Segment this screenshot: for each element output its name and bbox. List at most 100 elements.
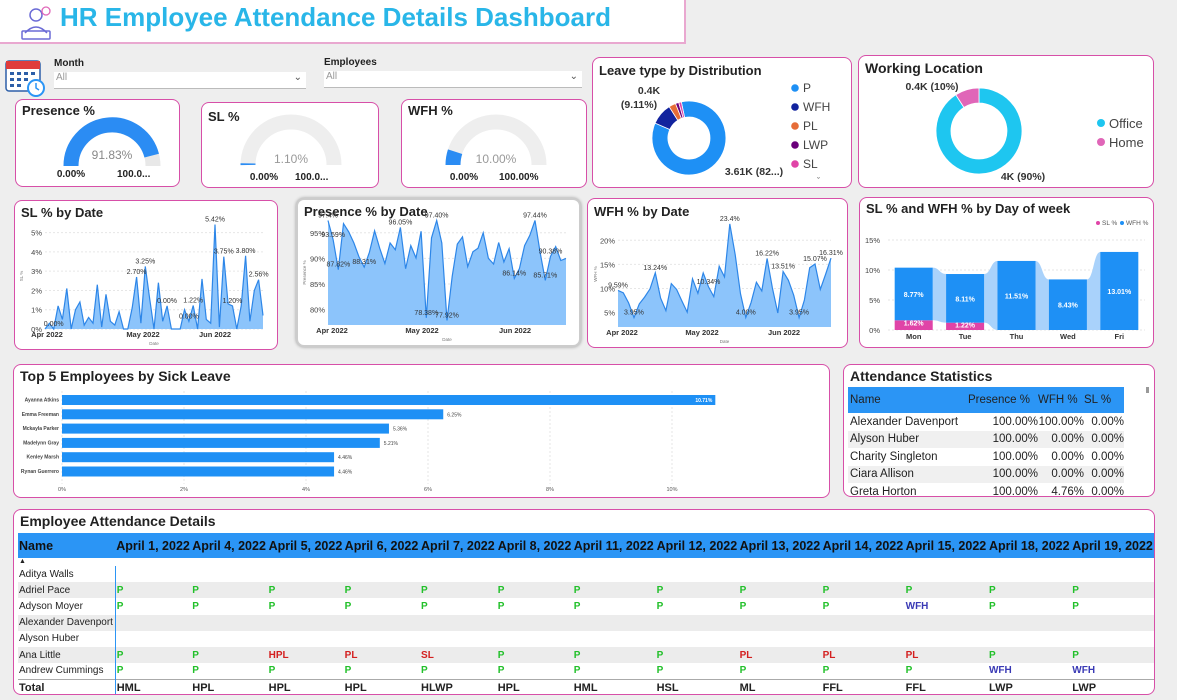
attendance-cell xyxy=(268,631,344,647)
column-header[interactable]: WFH % xyxy=(1038,387,1084,413)
x-tick-label: Jun 2022 xyxy=(499,326,531,335)
data-label: 10.71% xyxy=(695,398,713,404)
top5-sick-leave-card[interactable]: Top 5 Employees by Sick Leave 0% 2% 4% 6% 8%… xyxy=(13,364,830,498)
attendance-details-card[interactable]: Employee Attendance Details Name April 1,… xyxy=(13,509,1155,695)
date-column-header[interactable]: April 8, 2022 xyxy=(496,533,573,558)
bar[interactable] xyxy=(62,395,716,405)
attendance-statistics-card[interactable]: Attendance Statistics Name Presence % WF… xyxy=(843,364,1155,497)
bar[interactable] xyxy=(62,423,389,434)
x-tick-label: Wed xyxy=(1060,332,1076,341)
table-cell: 0.00% xyxy=(1091,433,1124,446)
legend-label[interactable]: WFH xyxy=(803,100,830,114)
table-row[interactable]: Alyson Huber xyxy=(18,630,1154,647)
total-cell: LWP xyxy=(1071,678,1154,694)
month-filter-dropdown[interactable]: All ⌄ xyxy=(54,72,306,89)
table-row[interactable]: Charity Singleton 100.00% 0.00% 0.00% xyxy=(848,448,1124,466)
date-column-header[interactable]: April 4, 2022 xyxy=(191,533,268,558)
x-axis-label: Date xyxy=(720,339,730,344)
date-column-header[interactable]: April 5, 2022 xyxy=(267,533,344,558)
attendance-cell xyxy=(420,614,497,631)
presence-gauge-card[interactable]: Presence % 91.83% 0.00% 100.0... xyxy=(15,99,180,187)
column-header[interactable]: Name xyxy=(848,387,968,413)
table-row[interactable]: Ciara Allison 100.00% 0.00% 0.00% xyxy=(848,465,1124,483)
attendance-cell xyxy=(905,631,988,647)
table-cell: Alexander Davenport xyxy=(850,415,959,428)
legend-label[interactable]: Office xyxy=(1109,116,1143,131)
ribbon-connector xyxy=(1086,251,1101,330)
attendance-cell xyxy=(739,631,822,647)
working-location-card[interactable]: Working Location 0.4K (10%) 4K (90%) Off… xyxy=(858,55,1154,188)
data-label: 97.4% xyxy=(318,213,338,220)
sl-gauge-card[interactable]: SL % 1.10% 0.00% 100.0... xyxy=(201,102,379,188)
table-row[interactable]: Aditya Walls xyxy=(18,566,1154,583)
column-header[interactable]: SL % xyxy=(1084,387,1124,413)
data-label: 11.51% xyxy=(1005,293,1029,300)
table-scrollbar[interactable] xyxy=(1146,387,1149,393)
sort-indicator-icon[interactable]: ▲ xyxy=(18,558,1154,566)
total-row: Total HML HPL HPL HPL HLWP HPL HML HSL ML FFL FFL LW… xyxy=(18,678,1154,694)
gauge-max: 100.0... xyxy=(295,172,329,183)
table-row[interactable]: Ana Little P P HPL PL SL P P P PL PL PL P P xyxy=(18,646,1154,664)
x-axis-label: Date xyxy=(442,337,452,342)
bar[interactable] xyxy=(62,466,335,477)
x-tick-label: Apr 2022 xyxy=(316,326,348,335)
date-column-header[interactable]: April 6, 2022 xyxy=(343,533,421,558)
presence-by-date-card[interactable]: Presence % by Date 80% 85% 90% 95% Apr 2022 M… xyxy=(296,198,581,347)
legend-label[interactable]: WFH % xyxy=(1126,220,1149,227)
table-row[interactable]: Greta Horton 100.00% 4.76% 0.00% xyxy=(848,483,1124,496)
bar[interactable] xyxy=(62,437,380,448)
data-label: 13.24% xyxy=(643,265,667,272)
date-column-header[interactable]: April 15, 2022 xyxy=(904,533,988,558)
name-column-header[interactable]: Name xyxy=(18,533,116,558)
column-header[interactable]: Presence % xyxy=(968,387,1038,413)
bar[interactable] xyxy=(62,452,335,463)
table-row[interactable]: Adyson Moyer P P P P P P P P P P WFH P P xyxy=(18,598,1154,615)
date-column-header[interactable]: April 13, 2022 xyxy=(738,533,822,558)
date-column-header[interactable]: April 12, 2022 xyxy=(655,533,739,558)
attendance-cell xyxy=(344,631,420,647)
date-column-header[interactable]: April 11, 2022 xyxy=(572,533,656,558)
legend-label[interactable]: LWP xyxy=(803,138,828,152)
legend-label[interactable]: Home xyxy=(1109,135,1144,150)
legend-swatch xyxy=(791,141,799,149)
table-row[interactable]: Adriel Pace P P P P P P P P P P P P P xyxy=(18,582,1154,599)
date-column-header[interactable]: April 14, 2022 xyxy=(821,533,905,558)
legend-label[interactable]: SL xyxy=(803,157,818,171)
y-tick-label: 15% xyxy=(600,260,615,269)
date-column-header[interactable]: April 7, 2022 xyxy=(420,533,497,558)
wfh-by-date-card[interactable]: WFH % by Date 5% 10% 15% 20% Apr 2022 May 202… xyxy=(587,198,848,348)
y-tick-label: 1% xyxy=(31,306,42,315)
month-filter-label: Month xyxy=(54,58,84,69)
x-tick-label: May 2022 xyxy=(685,328,718,337)
donut-callout-label: 3.61K (82...) xyxy=(725,166,783,178)
employees-filter-dropdown[interactable]: All ⌄ xyxy=(324,71,582,88)
legend-label[interactable]: P xyxy=(803,81,811,95)
employee-name-cell: Adyson Moyer xyxy=(18,598,116,615)
date-column-header[interactable]: April 18, 2022 xyxy=(987,533,1072,558)
attendance-cell: P xyxy=(191,646,268,664)
legend-label[interactable]: PL xyxy=(803,119,818,133)
day-of-week-card[interactable]: SL % and WFH % by Day of week 0% 5% 10% 15%… xyxy=(859,197,1154,348)
table-row[interactable]: Andrew Cummings P P P P P P P P P P P WFH WFH xyxy=(18,663,1154,680)
x-tick-label: 4% xyxy=(302,487,310,493)
table-row[interactable]: Alexander Davenport 100.00% 100.00% 0.00% xyxy=(848,413,1124,431)
data-label: 16.22% xyxy=(755,250,779,257)
attendance-cell xyxy=(904,614,988,631)
table-row[interactable]: Alexander Davenport xyxy=(18,614,1154,631)
leave-type-card[interactable]: Leave type by Distribution 0.4K (9.11%) … xyxy=(592,57,852,188)
bar[interactable] xyxy=(62,409,444,420)
date-column-header[interactable]: April 1, 2022 xyxy=(115,533,192,558)
data-label: 5.21% xyxy=(384,441,399,447)
attendance-cell xyxy=(115,631,191,647)
legend-label[interactable]: SL % xyxy=(1102,220,1118,227)
date-column-header[interactable]: April 19, 2022 xyxy=(1071,533,1154,558)
attendance-cell: P xyxy=(116,665,124,677)
legend-more-icon[interactable]: ˇ xyxy=(817,176,820,186)
ribbon-connector xyxy=(984,260,998,330)
wfh-gauge-card[interactable]: WFH % 10.00% 0.00% 100.00% xyxy=(401,99,587,188)
attendance-cell xyxy=(343,614,421,631)
table-row[interactable]: Alyson Huber 100.00% 0.00% 0.00% xyxy=(848,430,1124,448)
data-label: 4.46% xyxy=(338,455,353,461)
sl-by-date-card[interactable]: SL % by Date 0% 1% 2% 3% 4% 5% Apr 2022 May 202… xyxy=(14,200,278,350)
attendance-cell xyxy=(1071,566,1154,582)
